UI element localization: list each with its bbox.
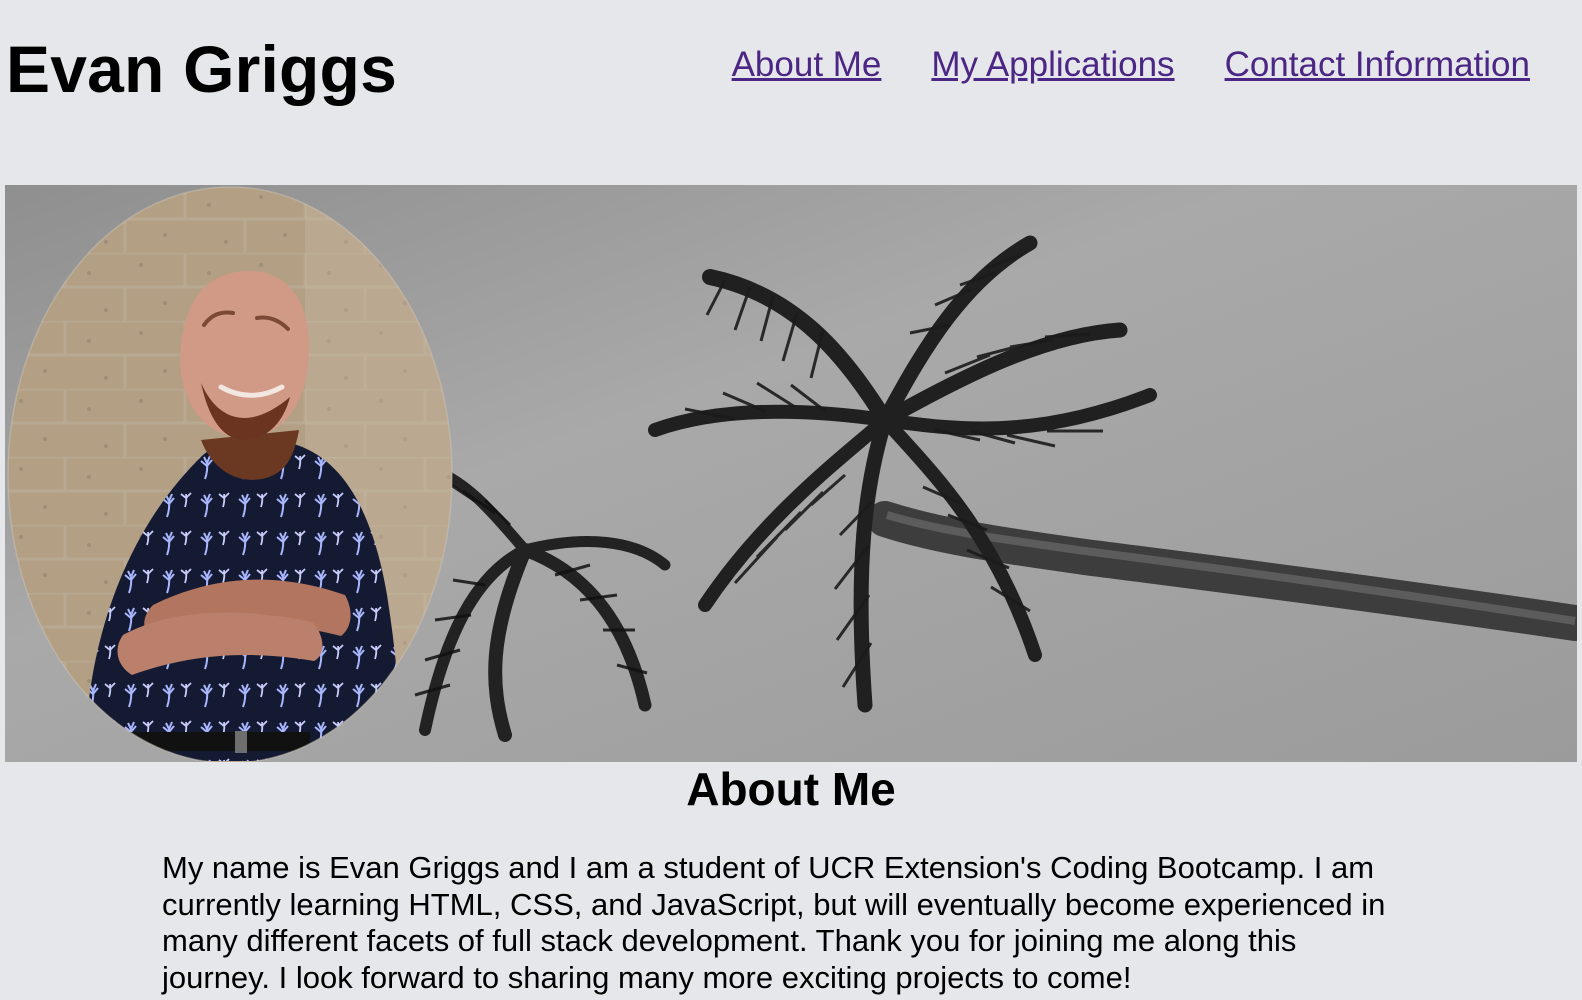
main-navigation: About Me My Applications Contact Informa… xyxy=(732,47,1530,82)
site-title: Evan Griggs xyxy=(6,32,397,106)
about-description: My name is Evan Griggs and I am a studen… xyxy=(162,850,1386,995)
hero-banner xyxy=(5,185,1577,762)
nav-link-my-applications[interactable]: My Applications xyxy=(931,47,1174,82)
about-section: About Me My name is Evan Griggs and I am… xyxy=(0,764,1582,1000)
hero-image xyxy=(5,185,1577,762)
about-heading: About Me xyxy=(686,763,896,815)
nav-link-contact-information[interactable]: Contact Information xyxy=(1225,47,1530,82)
site-header: Evan Griggs About Me My Applications Con… xyxy=(0,0,1582,180)
nav-link-about-me[interactable]: About Me xyxy=(732,47,882,82)
